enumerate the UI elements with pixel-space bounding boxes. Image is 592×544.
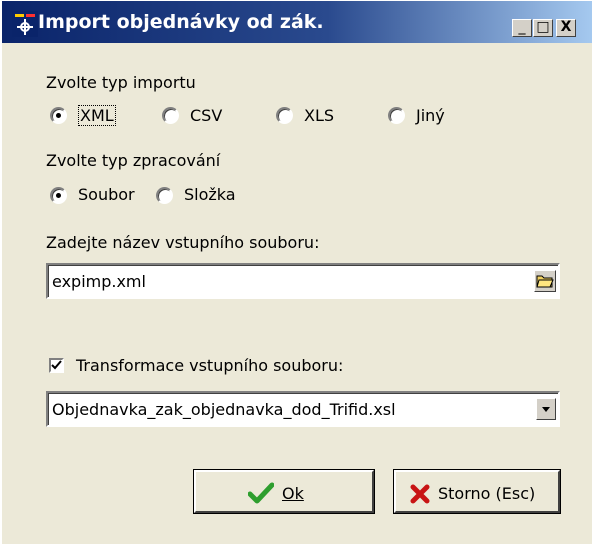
radio-jiny[interactable] xyxy=(388,107,405,124)
radio-soubor-label[interactable]: Soubor xyxy=(78,185,135,204)
close-button[interactable]: X xyxy=(556,19,576,37)
ok-button-label: Ok xyxy=(282,484,304,503)
radio-xml-label[interactable]: XML xyxy=(78,105,116,126)
cancel-x-icon xyxy=(410,484,430,504)
radio-jiny-text: Jiný xyxy=(416,106,445,125)
select-dropdown-button[interactable] xyxy=(536,398,556,420)
radio-selected-dot xyxy=(56,113,61,118)
transformation-selected-value: Objednavka_zak_objednavka_dod_Trifid.xsl xyxy=(52,400,396,419)
transformation-label-text: Transformace vstupního souboru: xyxy=(76,356,344,375)
checkmark-icon xyxy=(51,360,62,370)
input-file-label: Zadejte název vstupního souboru: xyxy=(46,233,320,252)
maximize-button[interactable]: □ xyxy=(533,19,553,37)
ok-button[interactable]: Ok xyxy=(194,470,374,513)
cancel-button-label: Storno (Esc) xyxy=(438,484,536,503)
transformation-label[interactable]: Transformace vstupního souboru: xyxy=(76,356,343,375)
radio-xml-text: XML xyxy=(80,106,114,125)
radio-soubor[interactable] xyxy=(50,187,67,204)
radio-xls-label[interactable]: XLS xyxy=(304,106,334,125)
cancel-button[interactable]: Storno (Esc) xyxy=(394,470,560,513)
check-icon xyxy=(248,482,274,504)
radio-slozka-label[interactable]: Složka xyxy=(184,185,236,204)
radio-soubor-text: Soubor xyxy=(78,185,135,204)
radio-jiny-label[interactable]: Jiný xyxy=(416,106,445,125)
folder-open-icon xyxy=(536,275,554,288)
transformation-checkbox[interactable] xyxy=(49,358,64,373)
window-title: Import objednávky od zák. xyxy=(38,11,324,33)
chevron-down-icon xyxy=(542,407,550,412)
radio-xls[interactable] xyxy=(276,107,293,124)
import-type-label: Zvolte typ importu xyxy=(46,73,196,92)
radio-selected-dot xyxy=(56,193,61,198)
radio-slozka-text: Složka xyxy=(184,185,236,204)
radio-csv-text: CSV xyxy=(190,106,223,125)
maximize-icon: □ xyxy=(536,19,550,35)
browse-button[interactable] xyxy=(534,270,556,292)
close-icon: X xyxy=(560,19,572,35)
radio-slozka[interactable] xyxy=(156,187,173,204)
title-bar[interactable]: Import objednávky od zák. _ □ X xyxy=(2,1,592,43)
processing-type-label: Zvolte typ zpracování xyxy=(46,151,221,170)
input-file-field[interactable]: expimp.xml xyxy=(46,263,560,299)
import-dialog: Import objednávky od zák. _ □ X Zvolte t… xyxy=(0,0,592,544)
minimize-button[interactable]: _ xyxy=(512,19,532,37)
input-file-value: expimp.xml xyxy=(52,272,146,291)
radio-xls-text: XLS xyxy=(304,106,335,125)
radio-csv-label[interactable]: CSV xyxy=(190,106,222,125)
transformation-select[interactable]: Objednavka_zak_objednavka_dod_Trifid.xsl xyxy=(46,391,560,427)
radio-xml[interactable] xyxy=(50,107,67,124)
minimize-icon: _ xyxy=(518,19,526,35)
app-icon xyxy=(12,11,38,37)
ok-button-text: Ok xyxy=(282,484,304,503)
radio-csv[interactable] xyxy=(162,107,179,124)
